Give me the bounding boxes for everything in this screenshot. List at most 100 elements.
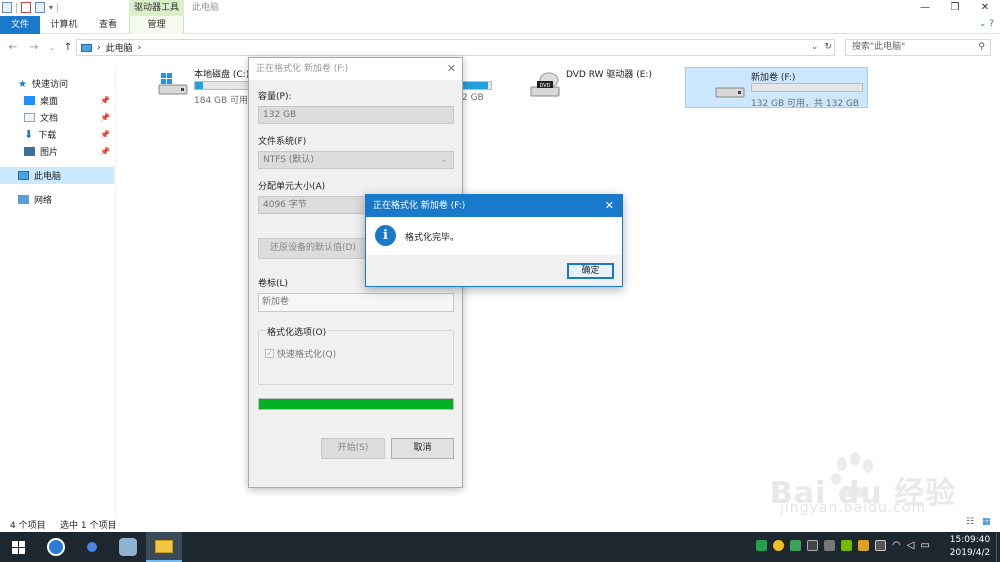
system-tray: ◠ ◁ ▭ bbox=[756, 540, 930, 551]
drive-usage-bar bbox=[751, 83, 863, 92]
wifi-icon[interactable]: ◠ bbox=[892, 540, 901, 551]
format-complete-dialog: 正在格式化 新加卷 (F:) ✕ i 格式化完毕。 确定 bbox=[365, 194, 623, 287]
tray-app-icon[interactable] bbox=[807, 540, 818, 551]
capacity-select[interactable]: 132 GB bbox=[258, 106, 454, 124]
chrome-icon bbox=[83, 538, 101, 556]
sidebar-item-downloads[interactable]: ⬇ 下载 📌 bbox=[0, 126, 114, 143]
clock-time: 15:09:40 bbox=[949, 535, 991, 545]
address-field[interactable]: › 此电脑 › ⌄ ↻ bbox=[76, 39, 835, 56]
new-folder-icon[interactable] bbox=[35, 2, 45, 13]
minimize-button[interactable]: — bbox=[910, 0, 940, 16]
volume-label-input[interactable]: 新加卷 bbox=[258, 293, 454, 312]
tab-view[interactable]: 查看 bbox=[88, 16, 128, 34]
sidebar-item-network[interactable]: 网络 bbox=[0, 191, 114, 208]
chevron-down-icon: ⌄ bbox=[440, 155, 448, 165]
quick-format-checkbox[interactable]: ✓ 快速格式化(Q) bbox=[265, 347, 336, 360]
filesystem-label: 文件系统(F) bbox=[258, 137, 307, 147]
pin-icon[interactable]: 📌 bbox=[100, 113, 110, 122]
large-icons-view-icon[interactable]: ▦ bbox=[982, 517, 991, 527]
volume-label-label: 卷标(L) bbox=[258, 279, 289, 289]
pin-icon[interactable]: 📌 bbox=[100, 130, 110, 139]
tab-file[interactable]: 文件 bbox=[0, 16, 40, 34]
recent-locations-icon[interactable]: ⌄ bbox=[45, 40, 59, 56]
sidebar-item-desktop[interactable]: 桌面 📌 bbox=[0, 92, 114, 109]
sidebar-item-quick-access[interactable]: ★ 快速访问 bbox=[0, 75, 114, 92]
drive-name: DVD RW 驱动器 (E:) bbox=[566, 70, 652, 80]
sidebar-item-pictures[interactable]: 图片 📌 bbox=[0, 143, 114, 160]
filesystem-select[interactable]: NTFS (默认) ⌄ bbox=[258, 151, 454, 169]
drive-free-space: 132 GB 可用，共 132 GB bbox=[751, 99, 860, 109]
divider bbox=[16, 2, 17, 13]
tray-app-icon[interactable] bbox=[790, 540, 801, 551]
show-desktop-button[interactable] bbox=[996, 532, 1000, 562]
documents-icon bbox=[24, 113, 35, 122]
close-icon[interactable]: ✕ bbox=[447, 58, 456, 80]
svg-text:DVD: DVD bbox=[539, 83, 550, 89]
restore-defaults-button[interactable]: 还原设备的默认值(D) bbox=[258, 238, 368, 259]
clock-date: 2019/4/2 bbox=[949, 548, 991, 558]
volume-label-value: 新加卷 bbox=[262, 297, 290, 307]
drive-f[interactable]: 新加卷 (F:) 132 GB 可用，共 132 GB bbox=[685, 67, 868, 109]
selection-count: 选中 1 个项目 bbox=[60, 521, 117, 531]
checkmark-icon: ✓ bbox=[265, 349, 274, 358]
close-icon[interactable]: ✕ bbox=[605, 195, 614, 217]
computer-icon[interactable] bbox=[2, 2, 12, 13]
chevron-down-icon[interactable]: ⌄ bbox=[811, 40, 819, 55]
start-button[interactable]: 开始(S) bbox=[321, 438, 385, 459]
drive-name: 本地磁盘 (C:) bbox=[194, 70, 250, 80]
start-button[interactable] bbox=[0, 532, 36, 562]
sidebar-item-this-pc[interactable]: 此电脑 bbox=[0, 167, 114, 184]
up-arrow-icon[interactable]: ↑ bbox=[61, 40, 75, 56]
close-button[interactable]: ✕ bbox=[970, 0, 1000, 16]
windows-logo-icon bbox=[11, 540, 25, 554]
taskbar-clock[interactable]: 15:09:40 2019/4/2 bbox=[944, 534, 996, 560]
capacity-value: 132 GB bbox=[263, 110, 297, 120]
tray-app-icon[interactable] bbox=[824, 540, 835, 551]
properties-icon[interactable] bbox=[21, 2, 31, 13]
ribbon-tabs: 文件 计算机 查看 管理 ⌄ ? bbox=[0, 16, 1000, 34]
tab-computer[interactable]: 计算机 bbox=[44, 16, 84, 34]
sidebar-item-label: 文档 bbox=[40, 114, 59, 124]
drive-tools-label: 驱动器工具 bbox=[129, 0, 184, 16]
nvidia-icon[interactable] bbox=[841, 540, 852, 551]
taskbar-app-chrome[interactable] bbox=[74, 532, 110, 562]
sogou-input-icon[interactable] bbox=[756, 540, 767, 551]
back-arrow-icon[interactable]: ← bbox=[6, 40, 20, 56]
taskbar-app-browser[interactable] bbox=[38, 532, 74, 562]
sidebar-item-documents[interactable]: 文档 📌 bbox=[0, 109, 114, 126]
search-input[interactable]: 搜索"此电脑" ⚲ bbox=[845, 39, 991, 56]
ok-button[interactable]: 确定 bbox=[567, 263, 614, 279]
volume-icon[interactable]: ◁ bbox=[907, 540, 915, 551]
allocation-label: 分配单元大小(A) bbox=[258, 182, 326, 192]
search-icon[interactable]: ⚲ bbox=[978, 40, 985, 55]
pin-icon[interactable]: 📌 bbox=[100, 147, 110, 156]
download-icon: ⬇ bbox=[24, 128, 34, 141]
forward-arrow-icon[interactable]: → bbox=[27, 40, 41, 56]
keyboard-icon[interactable]: ▭ bbox=[920, 540, 929, 551]
tray-app-icon[interactable] bbox=[773, 540, 784, 551]
address-separator: › bbox=[137, 42, 142, 53]
tray-app-icon[interactable] bbox=[858, 540, 869, 551]
format-dialog-title: 正在格式化 新加卷 (F:) ✕ bbox=[249, 58, 462, 80]
sidebar-item-label: 图片 bbox=[40, 148, 59, 158]
status-bar: 4 个项目 选中 1 个项目 ☷ ▦ bbox=[0, 517, 1000, 531]
message-text: 格式化完毕。 bbox=[405, 233, 460, 243]
chevron-down-icon[interactable]: ▾ bbox=[49, 3, 53, 12]
taskbar-app-explorer[interactable] bbox=[146, 532, 182, 562]
ribbon-expand-icon[interactable]: ⌄ ? bbox=[979, 19, 994, 29]
taskbar-app-paint[interactable] bbox=[110, 532, 146, 562]
cancel-button[interactable]: 取消 bbox=[391, 438, 454, 459]
quick-access-toolbar: ▾ bbox=[2, 2, 59, 13]
refresh-icon[interactable]: ↻ bbox=[824, 40, 832, 55]
window-titlebar: ▾ 驱动器工具 此电脑 — ❐ ✕ bbox=[0, 0, 1000, 16]
details-view-icon[interactable]: ☷ bbox=[966, 517, 974, 527]
search-placeholder: 搜索"此电脑" bbox=[852, 42, 906, 52]
maximize-button[interactable]: ❐ bbox=[940, 0, 970, 16]
battery-icon[interactable] bbox=[875, 540, 886, 551]
pin-icon[interactable]: 📌 bbox=[100, 96, 110, 105]
tab-manage[interactable]: 管理 bbox=[129, 16, 184, 34]
sidebar-item-label: 此电脑 bbox=[34, 172, 62, 182]
star-icon: ★ bbox=[18, 79, 27, 90]
drive-e[interactable]: DVD DVD RW 驱动器 (E:) bbox=[529, 67, 679, 107]
baidu-watermark-url: jingyan.baidu.com bbox=[780, 500, 927, 516]
